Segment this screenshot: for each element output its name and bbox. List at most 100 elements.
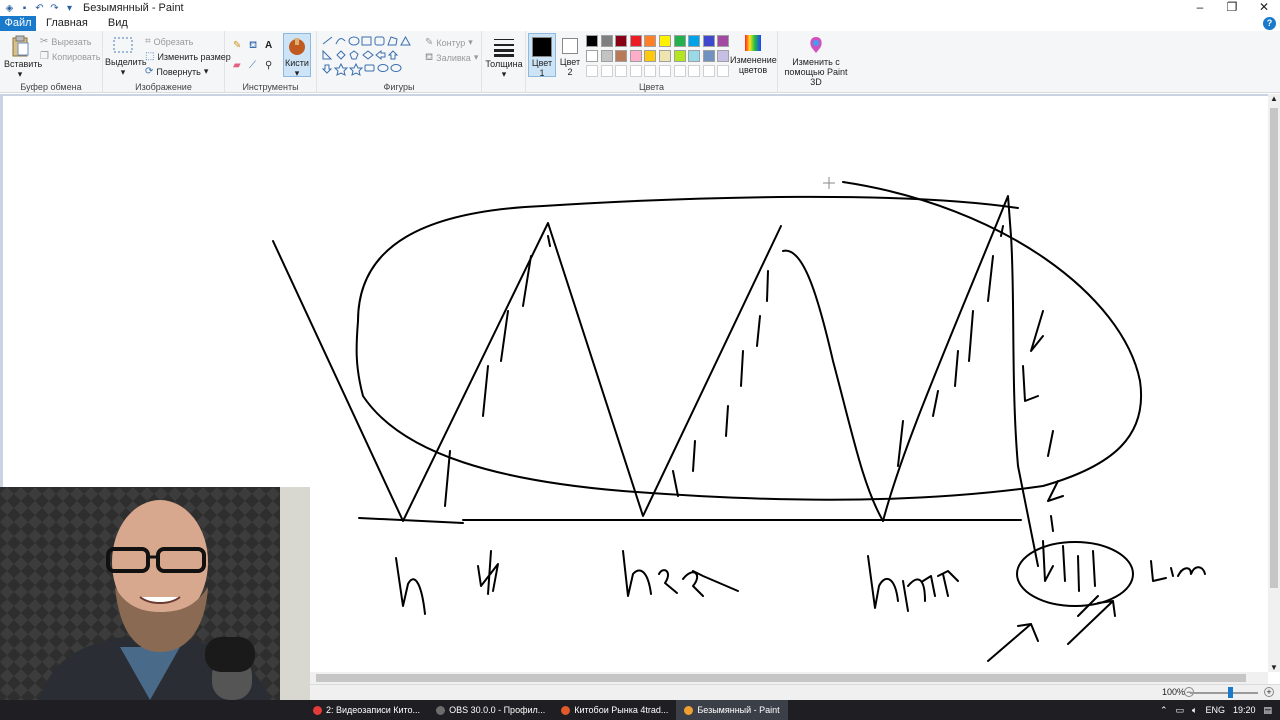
menu-view[interactable]: Вид bbox=[98, 16, 138, 31]
palette-swatch[interactable] bbox=[644, 35, 657, 47]
palette-swatch[interactable] bbox=[688, 35, 701, 47]
palette-swatch[interactable] bbox=[673, 50, 686, 62]
menu-home[interactable]: Главная bbox=[36, 16, 98, 31]
crop-button[interactable]: ⌗ Обрезать bbox=[145, 36, 193, 48]
notifications-icon[interactable]: ▤ bbox=[1263, 705, 1272, 716]
taskbar-item[interactable]: OBS 30.0.0 - Профил... bbox=[428, 700, 553, 720]
size-button[interactable]: Толщина ▾ bbox=[484, 35, 524, 79]
palette-swatch[interactable] bbox=[659, 50, 671, 62]
palette-swatch[interactable] bbox=[702, 35, 715, 47]
palette-swatch[interactable] bbox=[659, 35, 671, 47]
chevron-down-icon: ▾ bbox=[468, 37, 473, 47]
crop-icon: ⌗ bbox=[145, 36, 151, 47]
color1-button[interactable]: Цвет 1 bbox=[528, 33, 556, 78]
language-indicator[interactable]: ENG bbox=[1205, 705, 1225, 715]
fill-button[interactable]: ⛾ Заливка ▾ bbox=[425, 52, 478, 63]
color-wheel-icon bbox=[745, 35, 761, 51]
close-icon[interactable]: ✕ bbox=[1248, 0, 1280, 16]
handwritten-h bbox=[395, 557, 426, 615]
palette-swatch[interactable] bbox=[702, 50, 715, 62]
chevron-up-icon[interactable]: ⌃ bbox=[1160, 705, 1168, 716]
palette-swatch-empty[interactable] bbox=[673, 65, 686, 77]
taskbar-item[interactable]: Безымянный - Paint bbox=[676, 700, 788, 720]
eraser-icon[interactable]: ▰ bbox=[233, 61, 241, 71]
zoom-slider-thumb[interactable] bbox=[1228, 687, 1233, 698]
paste-button[interactable]: Вставить ▾ bbox=[4, 35, 42, 79]
chevron-down-icon: ▾ bbox=[501, 69, 507, 79]
palette-swatch[interactable] bbox=[644, 50, 657, 62]
volume-icon[interactable]: 🔈︎ bbox=[1192, 705, 1197, 716]
palette-swatch-empty[interactable] bbox=[688, 65, 701, 77]
scroll-up-icon[interactable]: ▲ bbox=[1268, 94, 1280, 103]
palette-swatch[interactable] bbox=[688, 50, 701, 62]
taskbar-item-label: OBS 30.0.0 - Профил... bbox=[449, 705, 546, 715]
minimize-icon[interactable]: – bbox=[1184, 0, 1216, 16]
arrow-left bbox=[987, 623, 1039, 662]
undo-icon[interactable]: ↶ bbox=[34, 3, 45, 14]
text-icon[interactable]: A bbox=[265, 41, 272, 51]
zoom-in-icon[interactable]: + bbox=[1264, 687, 1274, 697]
help-icon[interactable]: ? bbox=[1263, 17, 1276, 30]
taskbar-item[interactable]: Китобои Рынка 4trad... bbox=[553, 700, 676, 720]
restore-icon[interactable]: ❐ bbox=[1216, 0, 1248, 16]
cut-button[interactable]: ✂ Вырезать bbox=[40, 36, 91, 48]
color1-preview bbox=[532, 37, 552, 57]
select-icon bbox=[113, 37, 133, 53]
horizontal-scroll-thumb[interactable] bbox=[316, 674, 1246, 682]
copy-button[interactable]: ❐ Копировать bbox=[40, 52, 100, 63]
vertical-scrollbar[interactable]: ▲ ▼ bbox=[1268, 94, 1280, 672]
chevron-down-icon: ▾ bbox=[294, 68, 300, 78]
handwritten-lim bbox=[1150, 560, 1206, 582]
palette-swatch[interactable] bbox=[600, 50, 613, 62]
brushes-button[interactable]: Кисти ▾ bbox=[283, 33, 311, 78]
resize-icon: ⬚ bbox=[145, 51, 155, 62]
palette-swatch[interactable] bbox=[586, 35, 598, 47]
outline-button[interactable]: ✎ Контур ▾ bbox=[425, 37, 473, 48]
select-button[interactable]: Выделить ▾ bbox=[105, 35, 147, 77]
rotate-button[interactable]: ⟳ Повернуть ▾ bbox=[145, 66, 208, 77]
shapes-gallery[interactable] bbox=[321, 35, 419, 77]
baseline bbox=[358, 517, 1022, 524]
palette-swatch-empty[interactable] bbox=[586, 65, 598, 77]
color2-button[interactable]: Цвет 2 bbox=[558, 33, 582, 77]
palette-swatch[interactable] bbox=[615, 50, 628, 62]
network-icon[interactable]: ▭ bbox=[1176, 705, 1185, 716]
paint3d-button[interactable]: Изменить с помощью Paint 3D bbox=[780, 35, 852, 87]
edit-colors-button[interactable]: Изменение цветов bbox=[730, 33, 777, 75]
save-icon[interactable]: ▪ bbox=[19, 3, 30, 14]
redo-icon[interactable]: ↷ bbox=[49, 3, 60, 14]
customize-chevron-icon[interactable]: ▾ bbox=[64, 3, 75, 14]
quick-access-toolbar: ◈ ▪ ↶ ↷ ▾ bbox=[0, 0, 75, 16]
palette-swatch-empty[interactable] bbox=[615, 65, 628, 77]
horizontal-scrollbar[interactable] bbox=[310, 672, 1268, 684]
palette-swatch[interactable] bbox=[629, 35, 642, 47]
palette-swatch-empty[interactable] bbox=[644, 65, 657, 77]
fill-icon: ⛾ bbox=[425, 51, 434, 63]
clock[interactable]: 19:20 bbox=[1233, 705, 1256, 715]
scroll-down-icon[interactable]: ▼ bbox=[1268, 663, 1280, 672]
menu-bar: Файл Главная Вид ? bbox=[0, 16, 1280, 31]
palette-swatch-empty[interactable] bbox=[600, 65, 613, 77]
palette-swatch-empty[interactable] bbox=[717, 65, 730, 77]
color-picker-icon[interactable]: ⟋ bbox=[249, 61, 256, 71]
pencil-icon[interactable]: ✎ bbox=[233, 41, 241, 51]
vertical-scroll-thumb[interactable] bbox=[1270, 108, 1278, 588]
palette-swatch[interactable] bbox=[717, 35, 730, 47]
resize-button[interactable]: ⬚ Изменить размер bbox=[145, 51, 231, 63]
magnifier-icon[interactable]: ⚲ bbox=[265, 61, 272, 71]
scissors-icon: ✂ bbox=[40, 36, 49, 47]
palette-swatch[interactable] bbox=[717, 50, 730, 62]
palette-swatch-empty[interactable] bbox=[629, 65, 642, 77]
shapes-group-label: Фигуры bbox=[383, 82, 415, 92]
palette-swatch[interactable] bbox=[673, 35, 686, 47]
palette-swatch[interactable] bbox=[629, 50, 642, 62]
palette-swatch-empty[interactable] bbox=[702, 65, 715, 77]
palette-swatch[interactable] bbox=[586, 50, 598, 62]
menu-file[interactable]: Файл bbox=[0, 16, 36, 31]
palette-swatch[interactable] bbox=[600, 35, 613, 47]
zoom-slider[interactable] bbox=[1190, 692, 1258, 694]
taskbar-item[interactable]: 2: Видеозаписи Кито... bbox=[305, 700, 428, 720]
palette-swatch[interactable] bbox=[615, 35, 628, 47]
fill-bucket-icon[interactable]: ⛾ bbox=[249, 41, 257, 51]
palette-swatch-empty[interactable] bbox=[659, 65, 671, 77]
